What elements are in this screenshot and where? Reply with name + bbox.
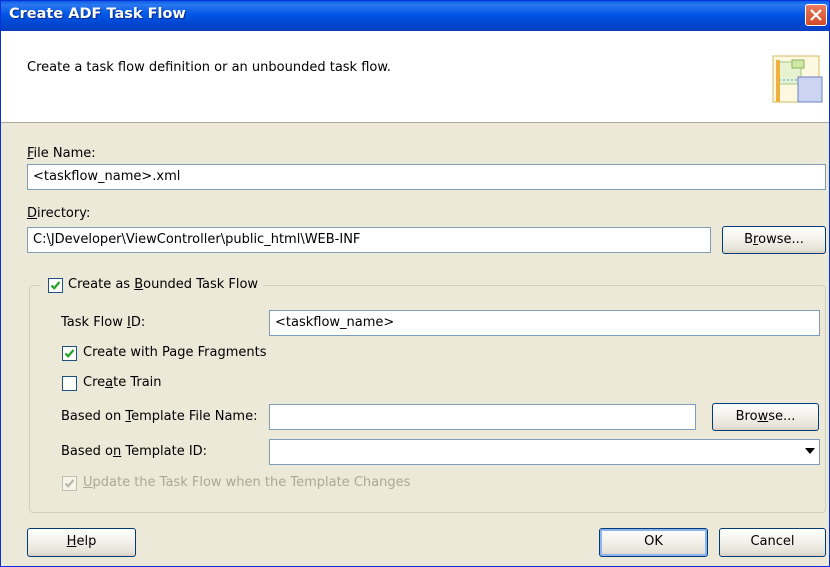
update-flow-label: Update the Task Flow when the Template C…: [83, 475, 411, 490]
chevron-down-icon[interactable]: [805, 448, 815, 454]
check-icon: [64, 349, 75, 358]
directory-label: Directory:: [27, 206, 91, 221]
file-name-label: File Name:: [27, 146, 96, 161]
template-browse-button[interactable]: Browse...: [712, 403, 819, 431]
ok-button[interactable]: OK: [599, 528, 708, 557]
task-flow-id-label: Task Flow ID:: [61, 315, 146, 330]
create-train-checkbox[interactable]: [62, 376, 77, 391]
create-train-label: Create Train: [83, 375, 162, 390]
update-flow-checkbox: [62, 476, 77, 491]
template-id-select[interactable]: [269, 439, 820, 465]
create-adf-task-flow-dialog: Create ADF Task Flow Create a task flow …: [0, 0, 830, 567]
template-id-label: Based on Template ID:: [61, 444, 208, 459]
file-name-input[interactable]: <taskflow_name>.xml: [27, 164, 826, 190]
dialog-description: Create a task flow definition or an unbo…: [27, 60, 391, 75]
page-fragments-label: Create with Page Fragments: [83, 345, 267, 360]
check-icon: [64, 479, 75, 488]
dialog-header: Create a task flow definition or an unbo…: [1, 31, 829, 123]
directory-browse-button[interactable]: Browse...: [722, 226, 826, 254]
page-fragments-checkbox[interactable]: [62, 346, 77, 361]
close-icon: [810, 9, 822, 21]
help-button[interactable]: Help: [27, 528, 136, 557]
close-button[interactable]: [805, 4, 827, 26]
title-bar[interactable]: Create ADF Task Flow: [1, 1, 829, 31]
bounded-task-flow-label: Create as Bounded Task Flow: [68, 277, 259, 292]
directory-input[interactable]: C:\JDeveloper\ViewController\public_html…: [27, 227, 711, 253]
bounded-task-flow-checkbox[interactable]: [48, 278, 63, 293]
check-icon: [50, 281, 61, 290]
template-file-input[interactable]: [269, 404, 696, 430]
window-title: Create ADF Task Flow: [9, 6, 186, 22]
cancel-button[interactable]: Cancel: [719, 528, 826, 557]
task-flow-logo-icon: [772, 55, 823, 103]
template-file-label: Based on Template File Name:: [61, 409, 258, 424]
task-flow-id-input[interactable]: <taskflow_name>: [269, 310, 820, 336]
